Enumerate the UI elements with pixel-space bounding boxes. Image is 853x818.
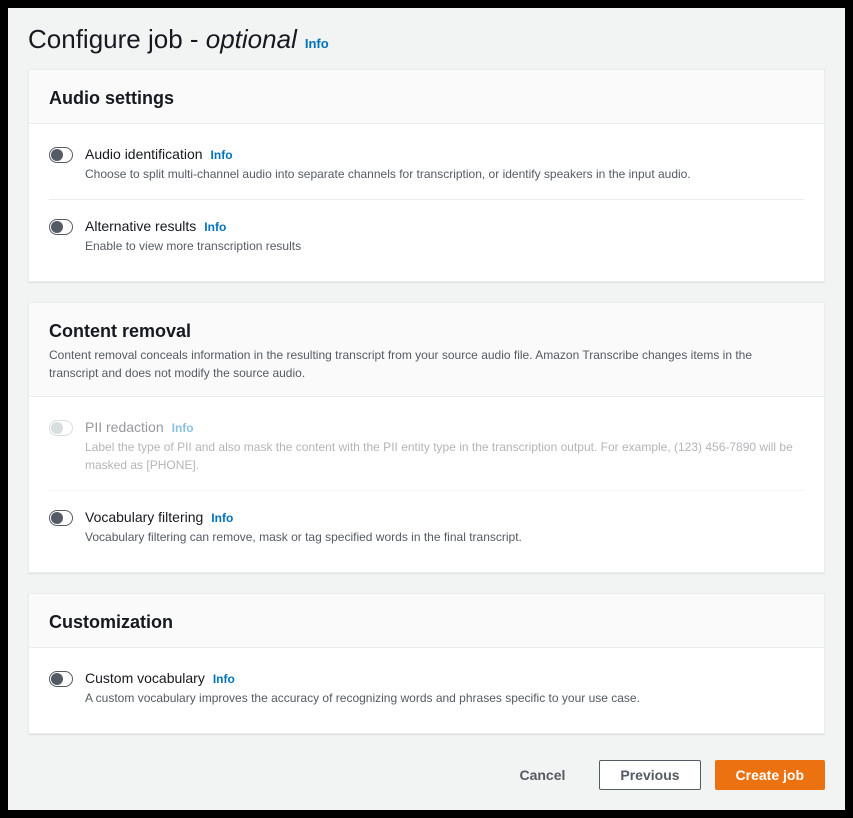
cancel-button[interactable]: Cancel [499, 761, 585, 789]
configure-job-page: Configure job - optional Info Audio sett… [8, 8, 845, 810]
alternative-results-desc: Enable to view more transcription result… [85, 237, 804, 255]
content-removal-panel: Content removal Content removal conceals… [28, 302, 825, 573]
page-title-prefix: Configure job - [28, 24, 206, 54]
audio-settings-header: Audio settings [29, 70, 824, 124]
page-header: Configure job - optional Info [28, 24, 825, 55]
alternative-results-content: Alternative results Info Enable to view … [85, 218, 804, 255]
pii-redaction-toggle [49, 420, 73, 436]
customization-title: Customization [49, 612, 804, 633]
page-info-link[interactable]: Info [305, 36, 329, 51]
custom-vocabulary-toggle[interactable] [49, 671, 73, 687]
pii-redaction-row: PII redaction Info Label the type of PII… [49, 401, 804, 491]
vocabulary-filtering-title: Vocabulary filtering [85, 509, 203, 525]
audio-identification-title-line: Audio identification Info [85, 146, 804, 162]
customization-body: Custom vocabulary Info A custom vocabula… [29, 648, 824, 733]
alternative-results-info-link[interactable]: Info [204, 220, 226, 234]
custom-vocabulary-title: Custom vocabulary [85, 670, 205, 686]
audio-identification-content: Audio identification Info Choose to spli… [85, 146, 804, 183]
previous-button[interactable]: Previous [599, 760, 700, 790]
pii-redaction-desc: Label the type of PII and also mask the … [85, 438, 804, 474]
alternative-results-title: Alternative results [85, 218, 196, 234]
create-job-button[interactable]: Create job [715, 760, 825, 790]
footer-actions: Cancel Previous Create job [28, 754, 825, 790]
vocabulary-filtering-row: Vocabulary filtering Info Vocabulary fil… [49, 491, 804, 562]
audio-settings-panel: Audio settings Audio identification Info… [28, 69, 825, 282]
pii-redaction-info-link[interactable]: Info [172, 421, 194, 435]
content-removal-body: PII redaction Info Label the type of PII… [29, 397, 824, 572]
vocabulary-filtering-toggle[interactable] [49, 510, 73, 526]
content-removal-header: Content removal Content removal conceals… [29, 303, 824, 397]
custom-vocabulary-content: Custom vocabulary Info A custom vocabula… [85, 670, 804, 707]
audio-identification-desc: Choose to split multi-channel audio into… [85, 165, 804, 183]
page-title-emphasis: optional [206, 24, 297, 54]
alternative-results-title-line: Alternative results Info [85, 218, 804, 234]
alternative-results-toggle[interactable] [49, 219, 73, 235]
custom-vocabulary-row: Custom vocabulary Info A custom vocabula… [49, 652, 804, 723]
audio-identification-info-link[interactable]: Info [211, 148, 233, 162]
pii-redaction-title-line: PII redaction Info [85, 419, 804, 435]
content-removal-desc: Content removal conceals information in … [49, 346, 804, 382]
page-title: Configure job - optional [28, 24, 297, 55]
customization-header: Customization [29, 594, 824, 648]
custom-vocabulary-info-link[interactable]: Info [213, 672, 235, 686]
vocabulary-filtering-title-line: Vocabulary filtering Info [85, 509, 804, 525]
customization-panel: Customization Custom vocabulary Info A c… [28, 593, 825, 734]
audio-settings-title: Audio settings [49, 88, 804, 109]
audio-identification-toggle[interactable] [49, 147, 73, 163]
vocabulary-filtering-content: Vocabulary filtering Info Vocabulary fil… [85, 509, 804, 546]
alternative-results-row: Alternative results Info Enable to view … [49, 200, 804, 271]
vocabulary-filtering-info-link[interactable]: Info [211, 511, 233, 525]
audio-identification-row: Audio identification Info Choose to spli… [49, 128, 804, 200]
custom-vocabulary-desc: A custom vocabulary improves the accurac… [85, 689, 804, 707]
content-removal-title: Content removal [49, 321, 804, 342]
custom-vocabulary-title-line: Custom vocabulary Info [85, 670, 804, 686]
audio-settings-body: Audio identification Info Choose to spli… [29, 124, 824, 281]
pii-redaction-content: PII redaction Info Label the type of PII… [85, 419, 804, 474]
audio-identification-title: Audio identification [85, 146, 203, 162]
vocabulary-filtering-desc: Vocabulary filtering can remove, mask or… [85, 528, 804, 546]
pii-redaction-title: PII redaction [85, 419, 164, 435]
